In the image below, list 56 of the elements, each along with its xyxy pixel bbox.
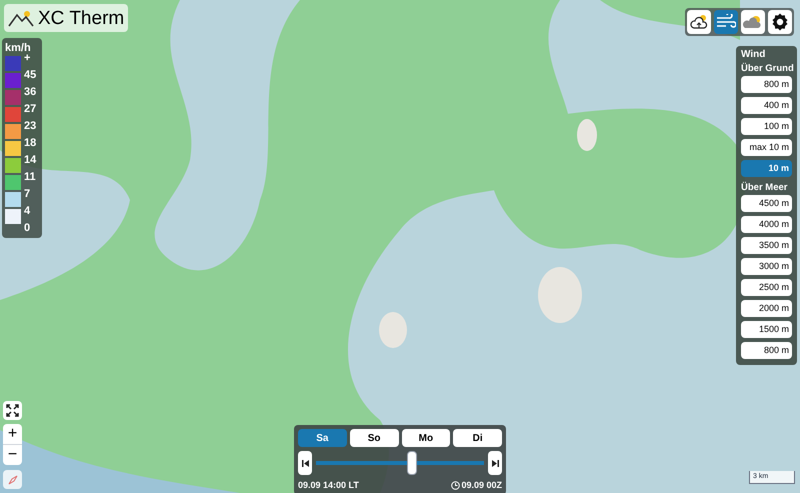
scale-label: 18 — [24, 138, 36, 149]
scale-label: 36 — [24, 87, 36, 98]
local-time: 09.09 14:00 LT — [298, 479, 359, 492]
wind-icon — [716, 14, 736, 30]
day-tab[interactable]: Di — [453, 429, 502, 447]
time-slider[interactable] — [314, 450, 486, 476]
thermal-layer-button[interactable] — [687, 10, 711, 34]
step-back-button[interactable] — [298, 451, 312, 475]
altitude-button[interactable]: 100 m — [741, 118, 792, 135]
fullscreen-icon — [6, 404, 19, 417]
altitude-button[interactable]: 2000 m — [741, 300, 792, 317]
panel-title: Wind — [741, 48, 766, 62]
mountain-sun-icon — [8, 9, 34, 27]
altitude-button[interactable]: max 10 m — [741, 139, 792, 156]
scale-label: 14 — [24, 155, 36, 166]
scale-label: 45 — [24, 70, 36, 81]
altitude-button[interactable]: 3000 m — [741, 258, 792, 275]
step-forward-button[interactable] — [488, 451, 502, 475]
day-tab[interactable]: Sa — [298, 429, 347, 447]
scale-label: 4 — [24, 206, 30, 217]
zoom-in-button[interactable]: + — [3, 424, 22, 444]
zoom-out-button[interactable]: − — [3, 445, 22, 465]
altitude-button[interactable]: 4500 m — [741, 195, 792, 212]
settings-layer-button[interactable] — [768, 10, 792, 34]
scale-label: 11 — [24, 172, 36, 183]
fullscreen-button[interactable] — [3, 401, 22, 420]
day-tab[interactable]: Mo — [402, 429, 450, 447]
settings-icon — [771, 13, 789, 31]
altitude-button[interactable]: 400 m — [741, 97, 792, 114]
scale-label: 23 — [24, 121, 36, 132]
compass-icon — [6, 474, 18, 486]
cloud-sun-icon — [689, 13, 709, 31]
compass-button[interactable] — [3, 470, 22, 489]
scale-label: 0 — [24, 223, 30, 235]
altitude-button[interactable]: 800 m — [741, 342, 792, 359]
section-heading: Über Grund — [741, 62, 794, 76]
wind-layer-button[interactable] — [714, 10, 738, 34]
clock-icon — [451, 481, 460, 490]
altitude-button[interactable]: 2500 m — [741, 279, 792, 296]
scale-label: 7 — [24, 189, 30, 200]
altitude-button[interactable]: 4000 m — [741, 216, 792, 233]
app-title: XC Therm — [38, 8, 124, 28]
scale-label: + — [24, 53, 30, 64]
altitude-button[interactable]: 10 m — [741, 160, 792, 177]
model-run-time: 09.09 00Z — [461, 479, 502, 492]
unit-label: km/h — [5, 41, 32, 54]
section-heading: Über Meer — [741, 181, 788, 195]
day-tab[interactable]: So — [350, 429, 398, 447]
slider-thumb[interactable] — [407, 451, 418, 475]
skip-back-icon — [302, 460, 308, 466]
skip-forward-icon — [492, 460, 498, 466]
altitude-button[interactable]: 800 m — [741, 76, 792, 93]
scale-label: 27 — [24, 104, 36, 115]
altitude-button[interactable]: 1500 m — [741, 321, 792, 338]
altitude-button[interactable]: 3500 m — [741, 237, 792, 254]
cloud-sun-icon — [743, 14, 763, 30]
